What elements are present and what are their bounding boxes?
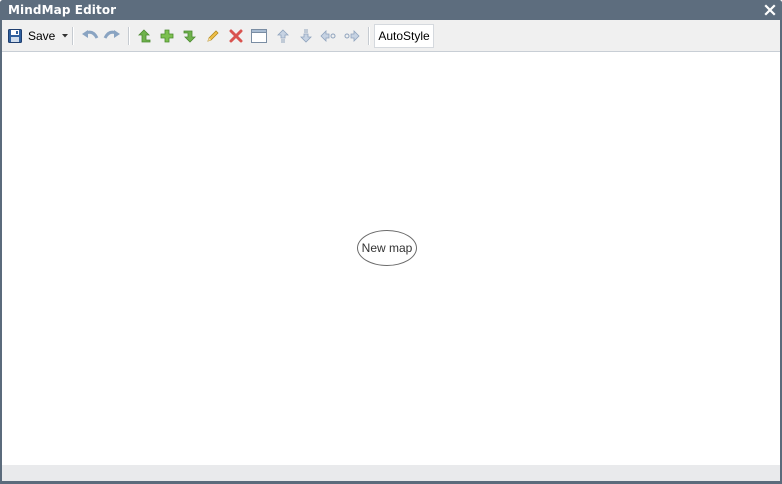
toolbar-separator [128,27,130,45]
plus-green-icon [160,29,174,43]
add-parent-button[interactable] [135,25,153,47]
save-button-label: Save [28,29,56,43]
move-right-button[interactable] [342,25,362,47]
move-down-button[interactable] [297,25,315,47]
dropdown-arrow-icon[interactable] [62,34,69,38]
window-icon [251,29,267,43]
mindmap-editor-window: MindMap Editor Save AutoStyle New map [0,0,782,484]
add-sibling-button[interactable] [181,25,199,47]
arrow-down-green-icon [183,29,197,43]
move-right-icon [344,30,360,42]
root-node-label: New map [361,241,413,255]
root-node[interactable]: New map [357,230,417,266]
floppy-disk-icon [8,29,22,43]
move-down-icon [300,29,312,43]
move-left-icon [320,30,336,42]
title-bar[interactable]: MindMap Editor [0,0,782,20]
arrow-up-green-icon [137,29,151,43]
save-button[interactable]: Save [8,25,70,47]
move-up-icon [277,29,289,43]
toolbar-separator [368,27,370,45]
close-icon[interactable] [763,2,777,16]
redo-icon [103,29,121,43]
add-child-button[interactable] [158,25,176,47]
pencil-icon [206,29,220,43]
frame-button[interactable] [250,25,268,47]
mindmap-canvas[interactable]: New map [2,52,780,465]
toolbar: Save AutoStyle [2,20,780,52]
status-bar [2,465,780,481]
undo-icon [81,29,99,43]
undo-button[interactable] [80,25,100,47]
toolbar-separator [72,27,74,45]
move-left-button[interactable] [318,25,338,47]
red-x-icon [229,29,243,43]
move-up-button[interactable] [274,25,292,47]
delete-button[interactable] [227,25,245,47]
autostyle-button[interactable]: AutoStyle [374,24,434,48]
redo-button[interactable] [102,25,122,47]
edit-button[interactable] [204,25,222,47]
window-title: MindMap Editor [8,3,117,17]
